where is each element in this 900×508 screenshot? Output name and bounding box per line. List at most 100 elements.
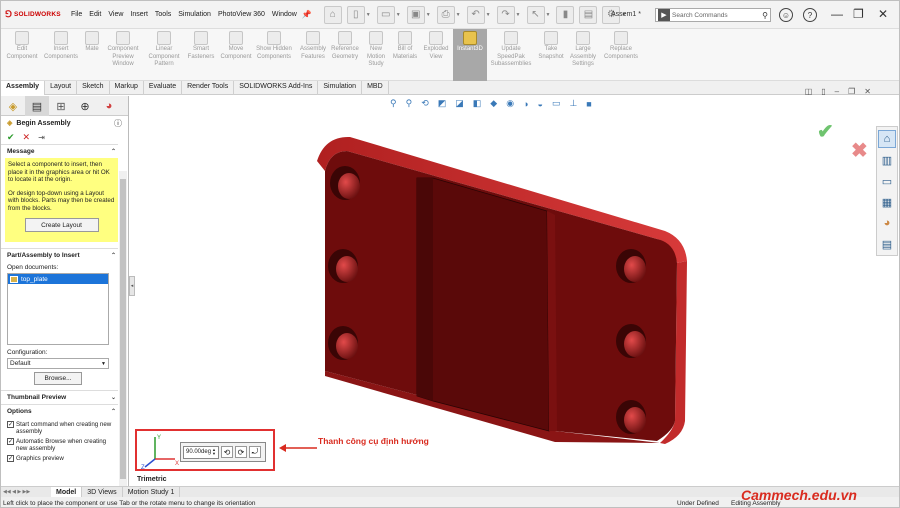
new-document-icon[interactable]: ▯ — [346, 5, 365, 24]
option-graphics-preview[interactable]: ✓ Graphics preview — [1, 455, 118, 462]
search-mode-icon[interactable]: ▶ — [658, 9, 670, 21]
tab-mbd[interactable]: MBD — [362, 81, 389, 95]
menu-edit[interactable]: Edit — [89, 11, 101, 18]
browse-button[interactable]: Browse... — [34, 372, 82, 385]
graphics-area[interactable]: ⚲ ⚲ ⟲ ◩ ◪ ◧ ◆ ◉ ◑ ◒ ▭ ⊥ ■ ◫ ▯ – ❐ ✕ ✔ ✖ — [135, 87, 875, 486]
menu-window[interactable]: Window — [272, 11, 297, 18]
command-instant3d[interactable]: Instant3D — [453, 29, 487, 81]
menu-insert[interactable]: Insert — [130, 11, 148, 18]
tab-model[interactable]: Model — [51, 486, 83, 498]
chevron-up-icon[interactable]: ⌃ — [111, 408, 116, 415]
home-icon[interactable]: ⌂ — [323, 5, 342, 24]
scrollbar-thumb[interactable] — [120, 179, 126, 479]
configuration-manager-icon[interactable]: ⊞ — [49, 96, 73, 116]
menu-view[interactable]: View — [108, 11, 123, 18]
checkbox[interactable]: ✓ — [7, 455, 14, 462]
pushpin-icon[interactable]: ⇥ — [38, 133, 45, 142]
appearances-icon[interactable]: ◕ — [878, 214, 896, 232]
minimize-icon[interactable]: — — [831, 7, 843, 21]
tab-addins[interactable]: SOLIDWORKS Add-Ins — [234, 81, 319, 95]
search-icon[interactable]: ⚲ — [762, 11, 768, 20]
command-exploded-view[interactable]: Exploded View — [420, 29, 452, 81]
rotate-z-icon[interactable]: ⤾ — [249, 446, 261, 458]
checkbox[interactable]: ✓ — [7, 421, 14, 428]
menu-file[interactable]: File — [71, 11, 82, 18]
ok-check-icon[interactable]: ✔ — [7, 132, 15, 143]
display-style-icon[interactable]: ◆ — [490, 98, 497, 109]
tab-render-tools[interactable]: Render Tools — [182, 81, 235, 95]
cancel-x-icon[interactable]: ✕ — [23, 132, 31, 143]
3d-view-cube-icon[interactable]: ■ — [586, 99, 591, 109]
undo-icon[interactable]: ↶ — [466, 5, 485, 24]
tab-simulation[interactable]: Simulation — [318, 81, 363, 95]
dimxpert-icon[interactable]: ⊕ — [73, 96, 97, 116]
pm-help-icon[interactable]: ⓘ — [114, 118, 122, 129]
split-view-icon[interactable]: ◫ — [805, 87, 813, 96]
create-layout-button[interactable]: Create Layout — [24, 218, 99, 232]
command-show-hidden-components[interactable]: Show Hidden Components — [254, 29, 294, 81]
confirmation-cancel-icon[interactable]: ✖ — [851, 138, 868, 163]
rebuild-icon[interactable]: ▮ — [556, 5, 575, 24]
redo-icon[interactable]: ↷ — [496, 5, 515, 24]
part-insert-section-header[interactable]: Part/Assembly to Insert ⌃ — [1, 248, 118, 262]
apply-scene-icon[interactable]: ◒ — [538, 99, 543, 109]
menu-photoview[interactable]: PhotoView 360 — [218, 11, 265, 18]
tab-sketch[interactable]: Sketch — [77, 81, 110, 95]
user-account-icon[interactable]: ☺ — [779, 8, 793, 22]
tab-evaluate[interactable]: Evaluate — [144, 81, 183, 95]
command-component-preview-window[interactable]: Component Preview Window — [104, 29, 142, 81]
pin-menu-icon[interactable]: 📌 — [302, 10, 312, 19]
previous-view-icon[interactable]: ⟲ — [421, 98, 429, 109]
command-update-speedpak-subassemblies[interactable]: Update SpeedPak Subassemblies — [488, 29, 534, 81]
search-input[interactable]: Search Commands — [672, 12, 762, 19]
command-linear-component-pattern[interactable]: Linear Component Pattern — [144, 29, 184, 81]
command-reference-geometry[interactable]: Reference Geometry — [328, 29, 362, 81]
design-library-icon[interactable]: ▥ — [878, 151, 896, 169]
rotation-angle-input[interactable]: 90.00deg ▲ ▼ — [183, 445, 219, 459]
realview-icon[interactable]: ⊥ — [569, 98, 577, 109]
help-icon[interactable]: ? — [803, 8, 817, 22]
command-new-motion-study[interactable]: New Motion Study — [362, 29, 390, 81]
command-edit-component[interactable]: Edit Component — [1, 29, 43, 81]
command-replace-components[interactable]: Replace Components — [601, 29, 641, 81]
tab-motion-study[interactable]: Motion Study 1 — [123, 486, 181, 498]
open-documents-list[interactable]: top_plate — [7, 273, 109, 345]
tab-layout[interactable]: Layout — [45, 81, 78, 95]
dynamic-annotation-icon[interactable]: ◪ — [455, 98, 464, 109]
options-section-header[interactable]: Options ⌃ — [1, 404, 118, 418]
hide-show-items-icon[interactable]: ◉ — [506, 98, 514, 109]
tab-3d-views[interactable]: 3D Views — [82, 486, 123, 498]
file-explorer-icon[interactable]: ▭ — [878, 172, 896, 190]
section-view-icon[interactable]: ◩ — [438, 98, 447, 109]
solidworks-resources-icon[interactable]: ⌂ — [878, 130, 896, 148]
menu-tools[interactable]: Tools — [155, 11, 171, 18]
display-manager-icon[interactable]: ◕ — [97, 96, 121, 116]
tab-scroll-arrows-icon[interactable]: ◀◀ ◀ ▶ ▶▶ — [1, 489, 51, 495]
edit-appearance-icon[interactable]: ◑ — [523, 99, 528, 109]
save-icon[interactable]: ▣ — [406, 5, 425, 24]
rotate-y-icon[interactable]: ⟳ — [235, 446, 247, 458]
doc-minimize-icon[interactable]: – — [835, 87, 839, 96]
confirmation-ok-icon[interactable]: ✔ — [817, 119, 834, 144]
checkbox[interactable]: ✓ — [7, 438, 14, 445]
open-folder-icon[interactable]: ▭ — [376, 5, 395, 24]
option-start-command[interactable]: ✓ Start command when creating new assemb… — [1, 421, 118, 435]
panel-scrollbar[interactable] — [119, 171, 127, 486]
thumbnail-section-header[interactable]: Thumbnail Preview ⌄ — [1, 390, 118, 404]
command-bill-of-materials[interactable]: Bill of Materials — [391, 29, 419, 81]
tab-assembly[interactable]: Assembly — [1, 81, 46, 95]
command-assembly-features[interactable]: Assembly Features — [297, 29, 329, 81]
command-take-snapshot[interactable]: Take Snapshot — [536, 29, 566, 81]
close-icon[interactable]: ✕ — [878, 7, 888, 21]
message-section-header[interactable]: Message ⌃ — [1, 144, 118, 158]
chevron-down-icon[interactable]: ⌄ — [111, 394, 116, 401]
configuration-select[interactable]: Default ▼ — [7, 358, 109, 369]
print-icon[interactable]: ⎙ — [436, 5, 455, 24]
view-settings-icon[interactable]: ▭ — [552, 98, 561, 109]
chevron-up-icon[interactable]: ⌃ — [111, 252, 116, 259]
search-commands[interactable]: ▶ Search Commands ⚲ — [655, 8, 771, 22]
doc-close-icon[interactable]: ✕ — [864, 87, 871, 96]
command-smart-fasteners[interactable]: Smart Fasteners — [184, 29, 218, 81]
top-plate-part[interactable] — [305, 131, 695, 451]
zoom-to-fit-icon[interactable]: ⚲ — [390, 98, 397, 109]
